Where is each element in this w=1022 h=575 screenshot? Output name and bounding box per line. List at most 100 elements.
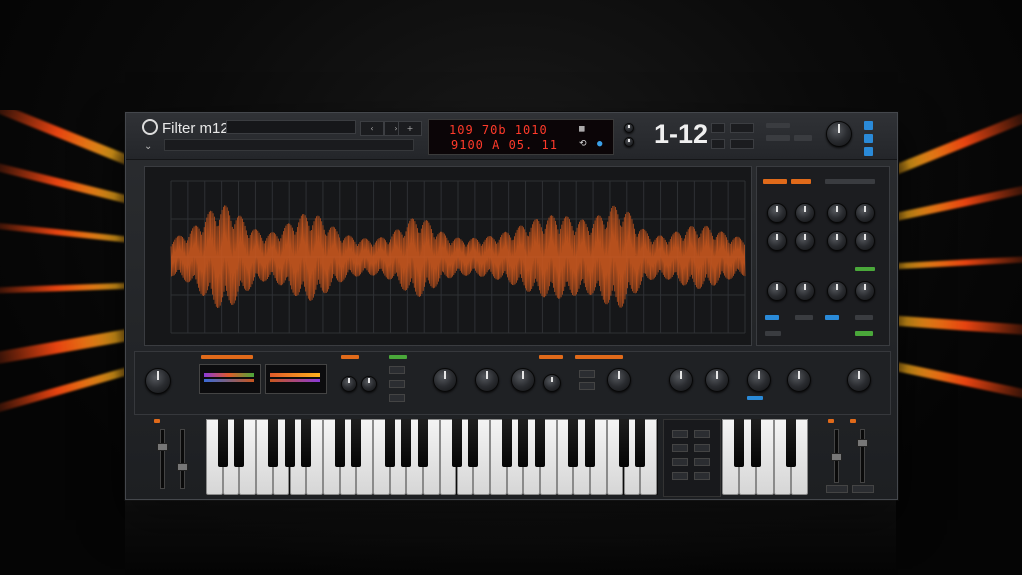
envelope-knob[interactable] (827, 281, 847, 301)
header-bar: Filter m12 ‹ › + ⌄ 109 70b 1010 9100 A 0… (126, 113, 897, 160)
filter-knob[interactable] (767, 203, 787, 223)
black-key[interactable] (568, 419, 579, 467)
mode-button[interactable] (389, 380, 405, 388)
orange-led (850, 419, 856, 423)
status-led (795, 315, 813, 320)
fader-button[interactable] (852, 485, 874, 493)
orange-led (341, 355, 359, 359)
pad-button[interactable] (694, 444, 710, 452)
filter-knob[interactable] (855, 203, 875, 223)
piano-keyboard (206, 419, 658, 495)
black-key[interactable] (418, 419, 429, 467)
black-key[interactable] (451, 419, 462, 467)
black-key[interactable] (217, 419, 228, 467)
osc-1-display (199, 364, 261, 394)
app-title: Filter m12 (142, 119, 229, 137)
amp-knob[interactable] (607, 368, 631, 392)
fader[interactable] (860, 429, 865, 483)
black-key[interactable] (585, 419, 596, 467)
waveform-svg (170, 180, 746, 334)
blue-led (825, 315, 839, 320)
black-key[interactable] (401, 419, 412, 467)
sync-button[interactable] (579, 370, 595, 378)
fader-handle[interactable] (857, 439, 868, 447)
black-key[interactable] (468, 419, 479, 467)
black-key[interactable] (501, 419, 512, 467)
envelope-knob[interactable] (767, 281, 787, 301)
lfo-knob[interactable] (543, 374, 561, 392)
black-key[interactable] (518, 419, 529, 467)
black-key[interactable] (618, 419, 629, 467)
envelope-knob[interactable] (795, 281, 815, 301)
blue-toggle-button[interactable] (864, 147, 873, 156)
black-key[interactable] (785, 419, 796, 467)
green-led (855, 267, 875, 271)
preset-name-field[interactable] (226, 120, 356, 134)
filter-knob[interactable] (827, 231, 847, 251)
title-text: Filter m12 (162, 120, 229, 137)
filter-knob[interactable] (855, 231, 875, 251)
black-key[interactable] (234, 419, 245, 467)
blue-toggle-button[interactable] (864, 134, 873, 143)
small-knob[interactable] (624, 123, 634, 133)
preset-save-button[interactable]: + (398, 121, 422, 136)
black-key[interactable] (635, 419, 646, 467)
pad-button[interactable] (672, 430, 688, 438)
mode-toggle[interactable] (711, 123, 725, 133)
lfo-knob[interactable] (433, 368, 457, 392)
mix-knob[interactable] (341, 376, 357, 392)
option-button[interactable] (730, 123, 754, 133)
master-volume-knob[interactable] (826, 121, 852, 147)
amp-knob[interactable] (747, 368, 771, 392)
pad-button[interactable] (672, 472, 688, 480)
black-key[interactable] (301, 419, 312, 467)
lfo-knob[interactable] (511, 368, 535, 392)
fader-button[interactable] (826, 485, 848, 493)
orange-led (154, 419, 160, 423)
pitch-bend-handle[interactable] (157, 443, 168, 451)
preset-browser-row[interactable] (164, 139, 414, 151)
mode-button[interactable] (389, 394, 405, 402)
pad-button[interactable] (672, 458, 688, 466)
black-key[interactable] (384, 419, 395, 467)
small-knob[interactable] (624, 137, 634, 147)
pitch-bend-slider[interactable] (160, 429, 165, 489)
option-button[interactable] (730, 139, 754, 149)
mix-knob[interactable] (361, 376, 377, 392)
preset-prev-button[interactable]: ‹ (360, 121, 384, 136)
amp-knob[interactable] (705, 368, 729, 392)
blue-led (765, 315, 779, 320)
orange-led (539, 355, 563, 359)
mod-wheel-handle[interactable] (177, 463, 188, 471)
black-key[interactable] (267, 419, 278, 467)
blue-toggle-button[interactable] (864, 121, 873, 130)
chevron-down-icon[interactable]: ⌄ (144, 141, 152, 152)
filter-knob[interactable] (795, 231, 815, 251)
envelope-knob[interactable] (855, 281, 875, 301)
filter-knob[interactable] (827, 203, 847, 223)
pad-button[interactable] (672, 444, 688, 452)
filter-knob[interactable] (795, 203, 815, 223)
black-key[interactable] (751, 419, 762, 467)
pad-button[interactable] (694, 458, 710, 466)
output-knob[interactable] (847, 368, 871, 392)
mod-wheel-slider[interactable] (180, 429, 185, 489)
pad-button[interactable] (694, 472, 710, 480)
sync-button[interactable] (579, 382, 595, 390)
black-key[interactable] (535, 419, 545, 467)
oscillator-knob[interactable] (145, 368, 171, 394)
fader-handle[interactable] (831, 453, 842, 461)
mode-button[interactable] (389, 366, 405, 374)
mode-toggle[interactable] (711, 139, 725, 149)
pad-button[interactable] (694, 430, 710, 438)
status-led (766, 123, 790, 128)
black-key[interactable] (334, 419, 345, 467)
filter-knob[interactable] (767, 231, 787, 251)
black-key[interactable] (734, 419, 745, 467)
black-key[interactable] (351, 419, 362, 467)
black-key[interactable] (284, 419, 295, 467)
amp-knob[interactable] (669, 368, 693, 392)
orange-led (828, 419, 834, 423)
amp-knob[interactable] (787, 368, 811, 392)
lfo-knob[interactable] (475, 368, 499, 392)
